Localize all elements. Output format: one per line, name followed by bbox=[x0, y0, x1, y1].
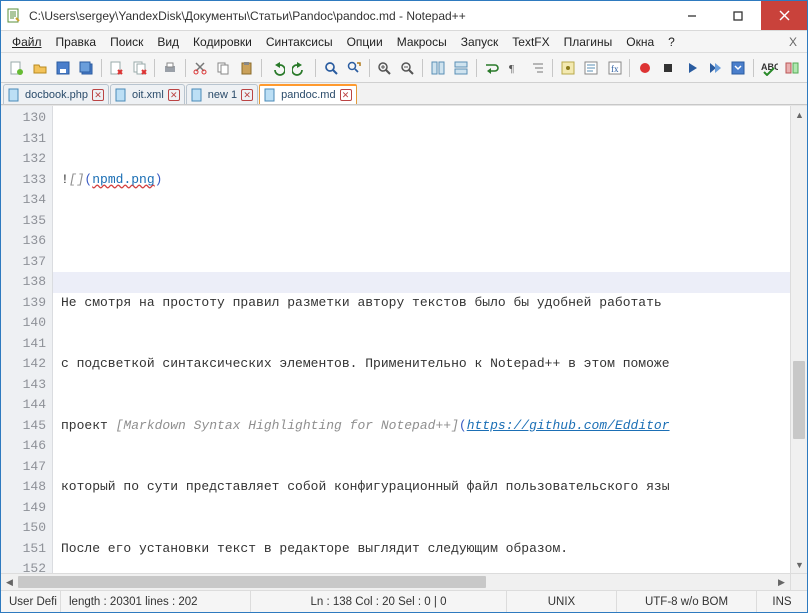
undo-button[interactable] bbox=[266, 56, 288, 79]
editor: 130 131 132 133 134 135 136 137 138 139 … bbox=[1, 105, 807, 573]
tab-label: oit.xml bbox=[132, 89, 164, 101]
menubar: Файл Правка Поиск Вид Кодировки Синтакси… bbox=[1, 31, 807, 53]
tab-pandoc[interactable]: pandoc.md ✕ bbox=[259, 84, 356, 104]
svg-text:fx: fx bbox=[611, 64, 619, 74]
tabbar: docbook.php ✕ oit.xml ✕ new 1 ✕ pandoc.m… bbox=[1, 83, 807, 105]
statusbar: User Defi length : 20301 lines : 202 Ln … bbox=[1, 590, 807, 612]
tab-label: new 1 bbox=[208, 89, 237, 101]
tab-close-icon[interactable]: ✕ bbox=[168, 89, 180, 101]
zoom-in-button[interactable] bbox=[373, 56, 395, 79]
open-file-button[interactable] bbox=[28, 56, 50, 79]
scroll-corner bbox=[790, 574, 807, 590]
close-file-button[interactable] bbox=[105, 56, 127, 79]
tab-oit[interactable]: oit.xml ✕ bbox=[110, 84, 185, 104]
cut-button[interactable] bbox=[189, 56, 211, 79]
menu-settings[interactable]: Опции bbox=[340, 33, 390, 51]
vertical-scrollbar[interactable]: ▲ ▼ bbox=[790, 106, 807, 573]
app-window: C:\Users\sergey\YandexDisk\Документы\Ста… bbox=[0, 0, 808, 613]
tab-docbook[interactable]: docbook.php ✕ bbox=[3, 84, 109, 104]
code-area[interactable]: ![](npmd.png) Не смотря на простоту прав… bbox=[53, 106, 790, 573]
wordwrap-button[interactable] bbox=[480, 56, 502, 79]
status-language: User Defi bbox=[1, 591, 61, 612]
doc-map-button[interactable] bbox=[580, 56, 602, 79]
scroll-thumb[interactable] bbox=[793, 361, 805, 439]
file-icon bbox=[114, 88, 128, 102]
save-macro-button[interactable] bbox=[727, 56, 749, 79]
stop-macro-button[interactable] bbox=[657, 56, 679, 79]
play-macro-button[interactable] bbox=[680, 56, 702, 79]
tab-close-icon[interactable]: ✕ bbox=[92, 89, 104, 101]
function-list-button[interactable]: fx bbox=[604, 56, 626, 79]
scroll-track[interactable] bbox=[18, 574, 773, 590]
titlebar: C:\Users\sergey\YandexDisk\Документы\Ста… bbox=[1, 1, 807, 31]
menu-syntax[interactable]: Синтаксисы bbox=[259, 33, 340, 51]
compare-button[interactable] bbox=[781, 56, 803, 79]
file-icon bbox=[263, 88, 277, 102]
status-encoding: UTF-8 w/o BOM bbox=[617, 591, 757, 612]
menu-plugins[interactable]: Плагины bbox=[557, 33, 620, 51]
scroll-up-icon[interactable]: ▲ bbox=[791, 106, 807, 123]
new-file-button[interactable] bbox=[5, 56, 27, 79]
scroll-down-icon[interactable]: ▼ bbox=[791, 556, 807, 573]
menu-help[interactable]: ? bbox=[661, 33, 682, 51]
status-ovrins[interactable]: INS bbox=[757, 591, 807, 612]
status-eol: UNIX bbox=[507, 591, 617, 612]
save-button[interactable] bbox=[52, 56, 74, 79]
menu-macros[interactable]: Макросы bbox=[390, 33, 454, 51]
file-icon bbox=[7, 88, 21, 102]
window-controls bbox=[669, 1, 807, 30]
line-gutter: 130 131 132 133 134 135 136 137 138 139 … bbox=[1, 106, 53, 573]
sync-hscroll-button[interactable] bbox=[450, 56, 472, 79]
menu-edit[interactable]: Правка bbox=[49, 33, 104, 51]
tab-new1[interactable]: new 1 ✕ bbox=[186, 84, 258, 104]
play-multi-button[interactable] bbox=[704, 56, 726, 79]
paste-button[interactable] bbox=[236, 56, 258, 79]
menu-windows[interactable]: Окна bbox=[619, 33, 661, 51]
tab-label: pandoc.md bbox=[281, 89, 335, 101]
close-all-button[interactable] bbox=[129, 56, 151, 79]
menu-view[interactable]: Вид bbox=[150, 33, 186, 51]
redo-button[interactable] bbox=[289, 56, 311, 79]
print-button[interactable] bbox=[159, 56, 181, 79]
minimize-button[interactable] bbox=[669, 1, 715, 30]
menu-x[interactable]: X bbox=[783, 35, 803, 49]
close-button[interactable] bbox=[761, 1, 807, 30]
svg-text:¶: ¶ bbox=[509, 63, 514, 75]
find-button[interactable] bbox=[319, 56, 341, 79]
window-title: C:\Users\sergey\YandexDisk\Документы\Ста… bbox=[27, 9, 669, 23]
scroll-right-icon[interactable]: ▶ bbox=[773, 574, 790, 591]
maximize-button[interactable] bbox=[715, 1, 761, 30]
udl-button[interactable] bbox=[557, 56, 579, 79]
menu-textfx[interactable]: TextFX bbox=[505, 33, 556, 51]
sync-vscroll-button[interactable] bbox=[426, 56, 448, 79]
indent-guide-button[interactable] bbox=[527, 56, 549, 79]
status-position: Ln : 138 Col : 20 Sel : 0 | 0 bbox=[251, 591, 507, 612]
scroll-left-icon[interactable]: ◀ bbox=[1, 574, 18, 591]
tab-close-icon[interactable]: ✕ bbox=[241, 89, 253, 101]
svg-text:ABC: ABC bbox=[761, 62, 778, 72]
replace-button[interactable] bbox=[343, 56, 365, 79]
scroll-thumb[interactable] bbox=[18, 576, 486, 588]
file-icon bbox=[190, 88, 204, 102]
tab-label: docbook.php bbox=[25, 89, 88, 101]
show-all-chars-button[interactable]: ¶ bbox=[503, 56, 525, 79]
menu-run[interactable]: Запуск bbox=[454, 33, 506, 51]
record-macro-button[interactable] bbox=[634, 56, 656, 79]
menu-search[interactable]: Поиск bbox=[103, 33, 150, 51]
copy-button[interactable] bbox=[212, 56, 234, 79]
app-icon bbox=[1, 8, 27, 24]
toolbar: ¶ fx ABC bbox=[1, 53, 807, 83]
zoom-out-button[interactable] bbox=[396, 56, 418, 79]
status-length: length : 20301 lines : 202 bbox=[61, 591, 251, 612]
scroll-track[interactable] bbox=[791, 123, 807, 556]
spellcheck-button[interactable]: ABC bbox=[757, 56, 779, 79]
save-all-button[interactable] bbox=[75, 56, 97, 79]
tab-close-icon[interactable]: ✕ bbox=[340, 89, 352, 101]
menu-file[interactable]: Файл bbox=[5, 33, 49, 51]
horizontal-scrollbar[interactable]: ◀ ▶ bbox=[1, 573, 807, 590]
menu-encoding[interactable]: Кодировки bbox=[186, 33, 259, 51]
